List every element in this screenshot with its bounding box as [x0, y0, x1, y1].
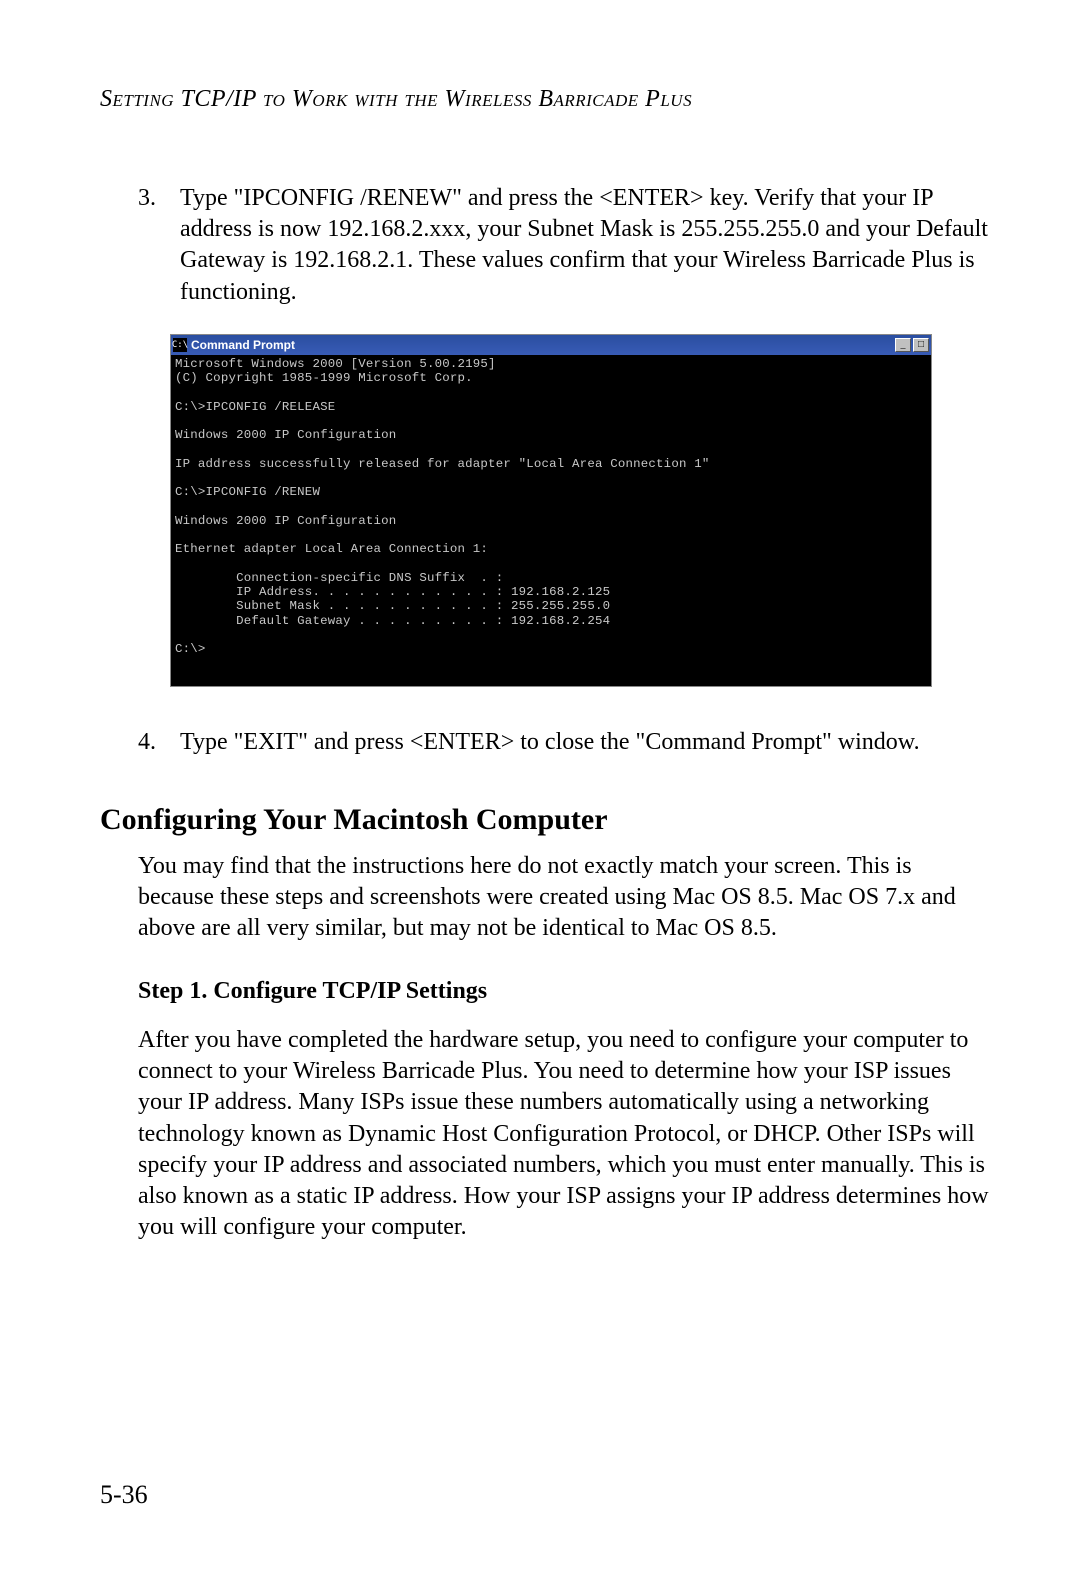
command-prompt-window: C:\ Command Prompt _ □ Microsoft Windows…: [170, 334, 932, 688]
step-4-text: Type "EXIT" and press <ENTER> to close t…: [180, 727, 990, 758]
command-prompt-title: Command Prompt: [191, 338, 295, 352]
step-3-text: Type "IPCONFIG /RENEW" and press the <EN…: [180, 183, 990, 308]
mac-intro-paragraph: You may find that the instructions here …: [138, 851, 990, 945]
section-heading-mac: Configuring Your Macintosh Computer: [100, 803, 990, 837]
minimize-button[interactable]: _: [895, 338, 911, 352]
step-4-number: 4.: [138, 727, 180, 758]
step-4: 4. Type "EXIT" and press <ENTER> to clos…: [138, 727, 990, 758]
window-buttons: _ □: [895, 338, 929, 352]
maximize-button[interactable]: □: [913, 338, 929, 352]
command-prompt-titlebar: C:\ Command Prompt _ □: [171, 335, 931, 355]
step1-body: After you have completed the hardware se…: [138, 1025, 990, 1243]
step1-heading: Step 1. Configure TCP/IP Settings: [138, 978, 990, 1005]
running-header: Setting TCP/IP to Work with the Wireless…: [100, 86, 990, 113]
step-3-number: 3.: [138, 183, 180, 308]
command-prompt-body[interactable]: Microsoft Windows 2000 [Version 5.00.219…: [171, 355, 931, 687]
command-prompt-icon: C:\: [173, 338, 187, 352]
page-number: 5-36: [100, 1480, 148, 1510]
step-3: 3. Type "IPCONFIG /RENEW" and press the …: [138, 183, 990, 308]
